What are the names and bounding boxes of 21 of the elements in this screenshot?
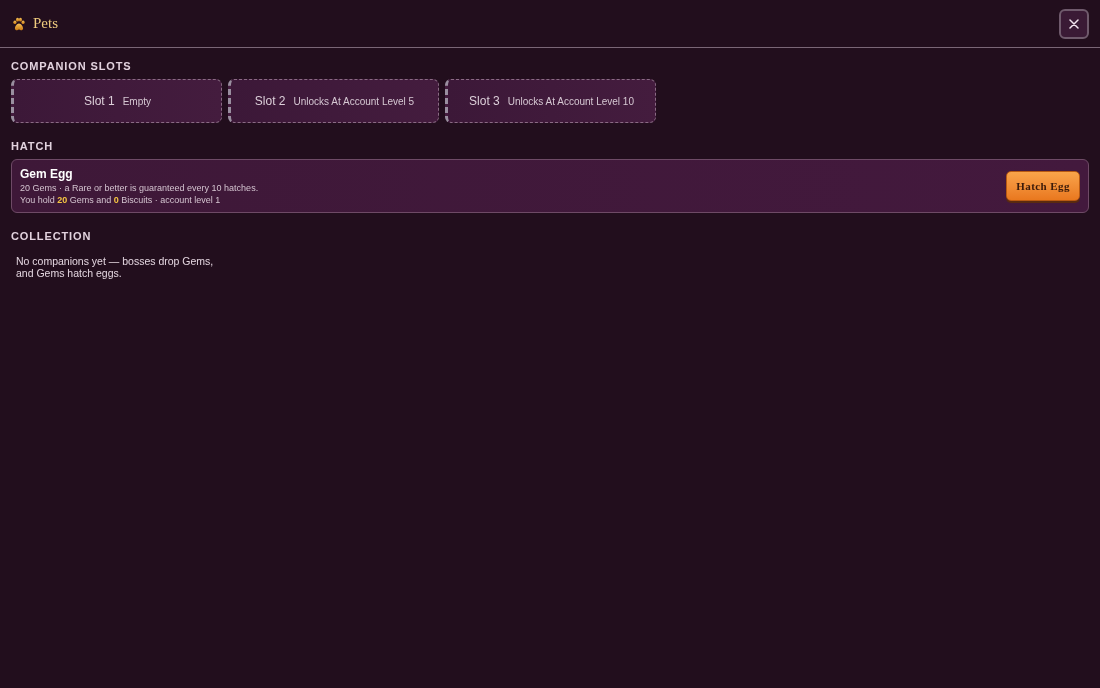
paw-icon — [12, 16, 26, 31]
slot-label: Slot 1 — [84, 93, 115, 110]
egg-title: Gem Egg — [20, 166, 74, 182]
slot-label: Slot 2 — [254, 93, 286, 110]
close-button[interactable] — [1059, 8, 1089, 39]
companion-slot[interactable]: Slot 2 Unlocks At Account Level 5 — [228, 79, 439, 123]
egg-info: 20 Gems · a Rare or better is guaranteed every 10 hatches. — [20, 181, 259, 194]
section-heading: HATCH — [11, 139, 54, 153]
egg-info: You hold 20 Gems and 0 Biscuits · account level 1 — [20, 193, 222, 206]
companion-slot[interactable]: Slot 3 Unlocks At Account Level 10 — [445, 79, 656, 123]
slot-status: Unlocks At Account Level 5 — [293, 94, 415, 109]
page-title: Pets — [33, 14, 58, 34]
slot-label: Slot 3 — [469, 93, 500, 110]
companion-slot[interactable]: Slot 1 Empty — [11, 79, 222, 123]
slot-status: Empty — [122, 94, 151, 109]
empty-collection-message: No companions yet — bosses drop Gems, and Gems hatch eggs. — [16, 255, 215, 279]
section-heading: COMPANION SLOTS — [11, 59, 132, 73]
slot-status: Unlocks At Account Level 10 — [507, 94, 634, 109]
close-icon — [1069, 18, 1079, 29]
hatch-egg-button[interactable]: Hatch Egg — [1006, 171, 1080, 201]
section-heading: COLLECTION — [11, 229, 92, 243]
